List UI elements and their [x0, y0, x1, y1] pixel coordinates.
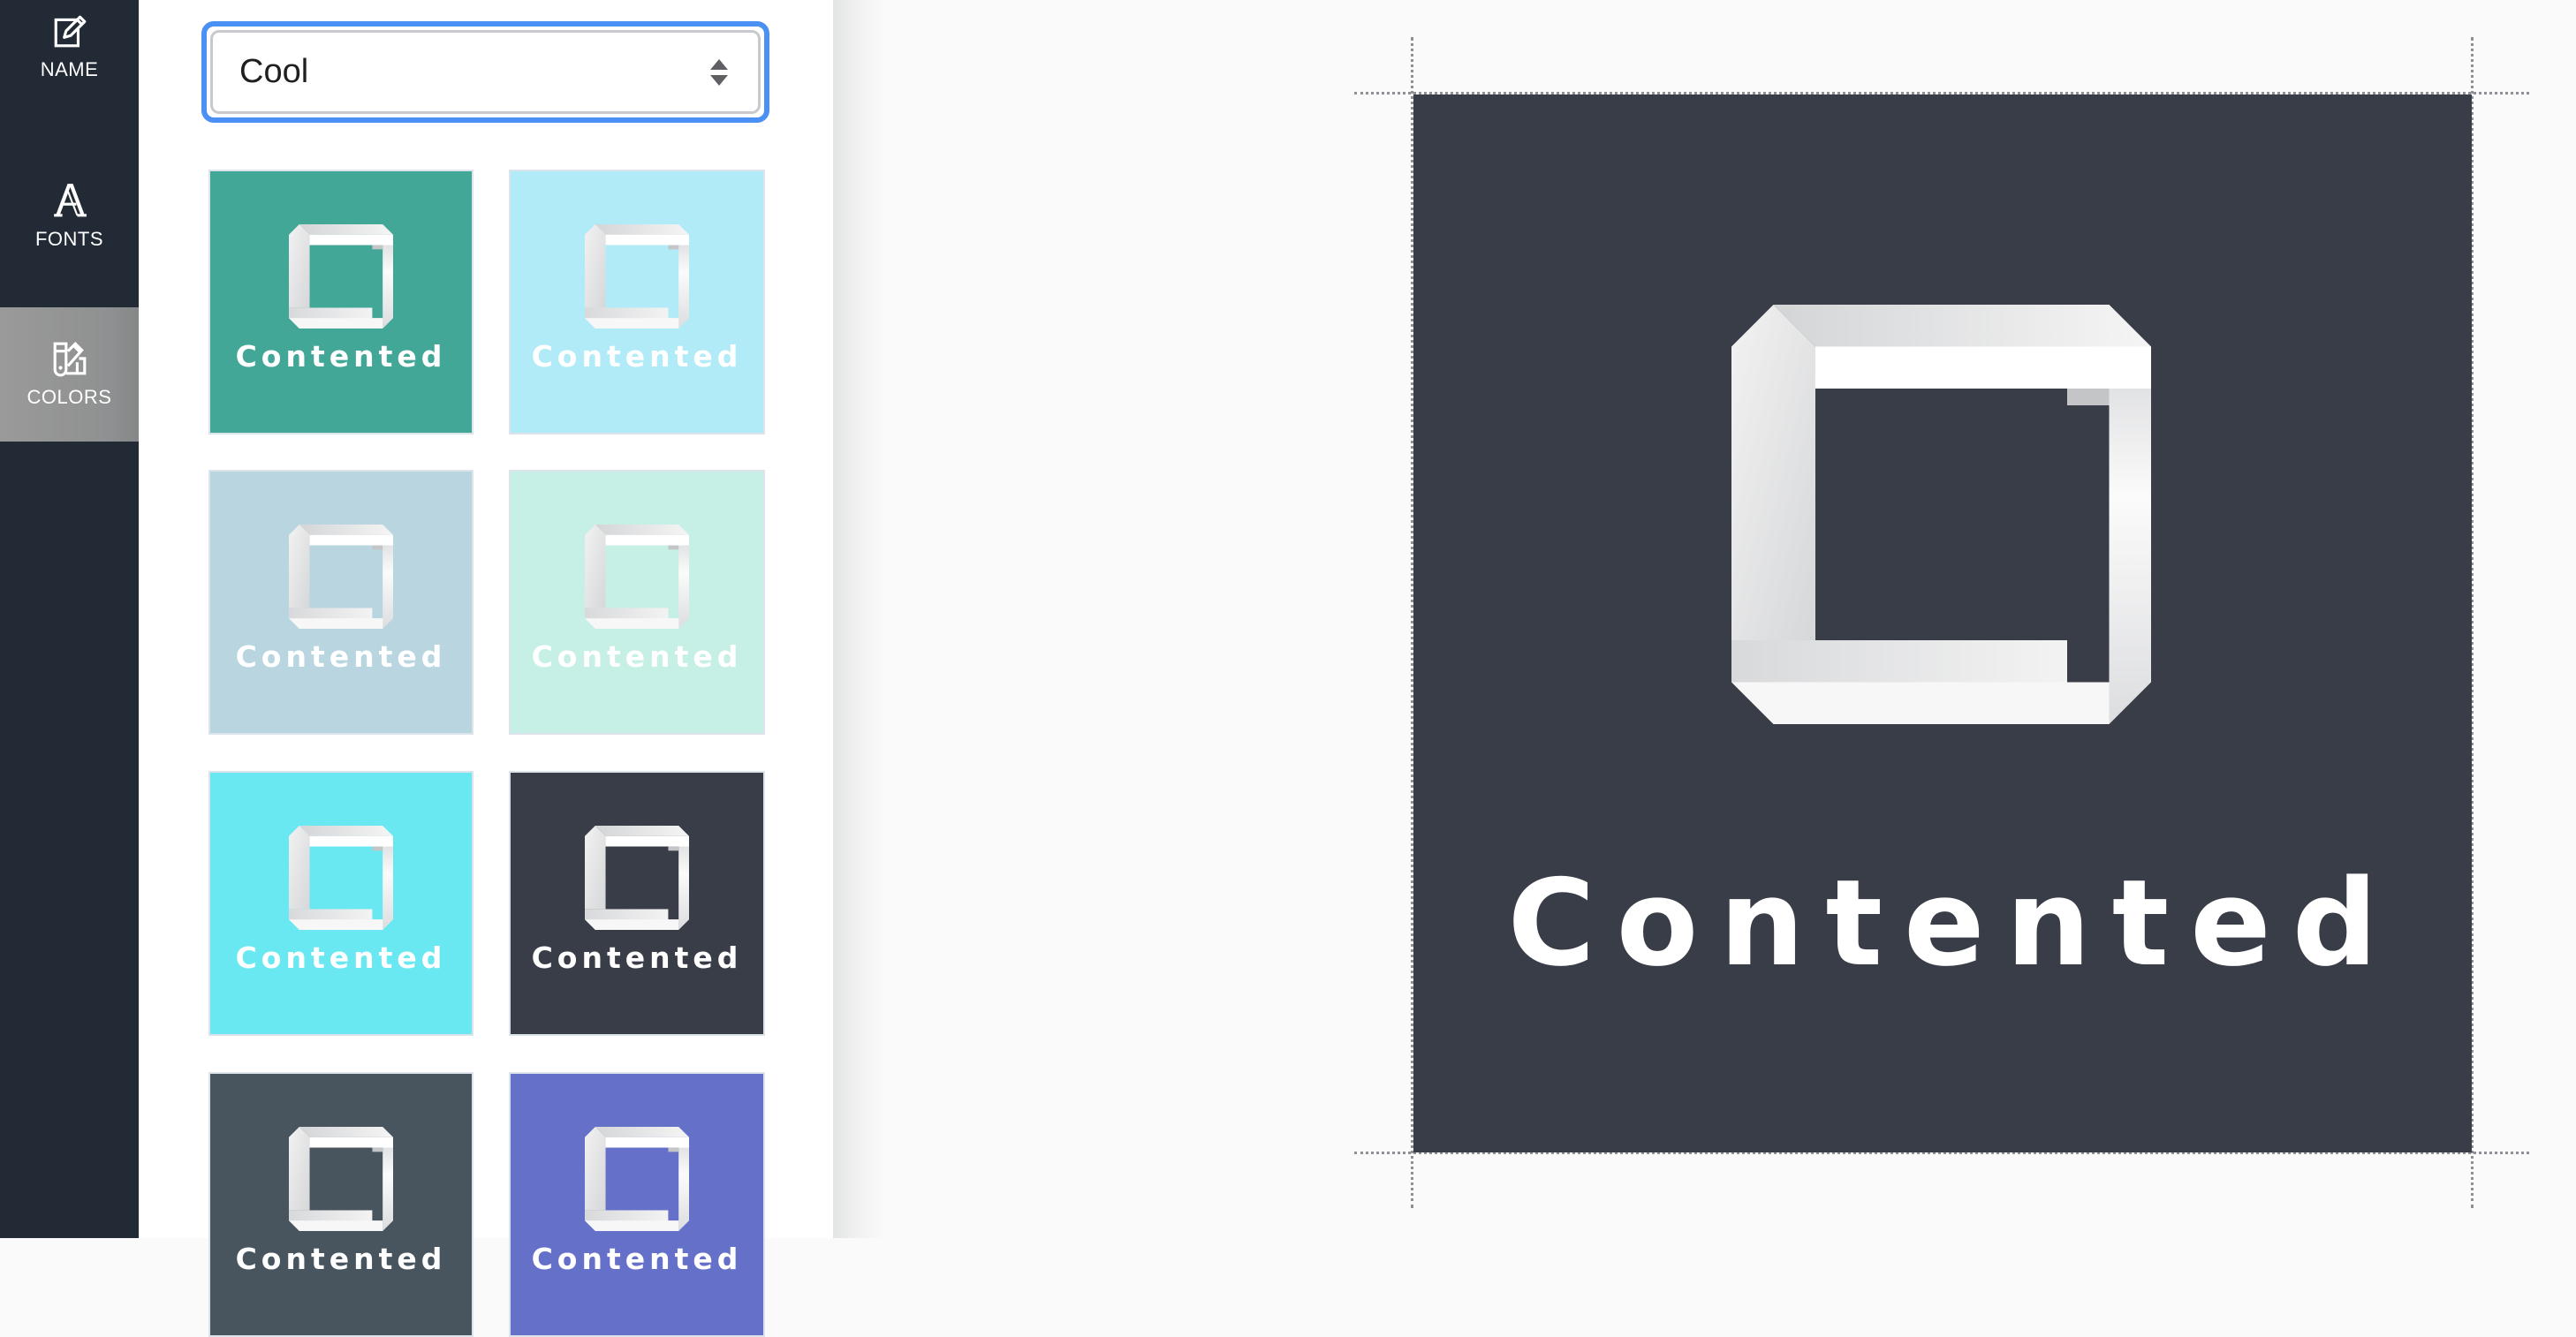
sidebar-item-colors[interactable]: COLORS [0, 307, 139, 442]
palette-select[interactable]: Cool [201, 21, 769, 123]
logo-preview: Contented [1413, 94, 2472, 1152]
palette-thumbnail[interactable]: Contented [509, 170, 765, 434]
impossible-square-logo-icon [1731, 305, 2151, 724]
palette-thumbnail[interactable]: Contented [509, 470, 765, 735]
palette-thumbnail[interactable]: Contented [208, 470, 474, 735]
impossible-square-logo-icon [289, 1127, 393, 1231]
font-icon [53, 184, 87, 217]
impossible-square-logo-icon [585, 1127, 689, 1231]
impossible-square-logo-icon [585, 826, 689, 930]
thumbnail-text: Contented [235, 639, 447, 674]
sidebar-item-label: COLORS [27, 386, 112, 408]
thumbnail-text: Contented [235, 339, 447, 374]
sidebar-item-label: NAME [40, 58, 99, 80]
impossible-square-logo-icon [289, 224, 393, 329]
sidebar-item-fonts[interactable]: FONTS [0, 159, 139, 274]
palette-thumbnail[interactable]: Contented [208, 170, 474, 434]
palette-select-value: Cool [239, 53, 309, 90]
color-swatch-icon [53, 341, 86, 377]
edit-icon [54, 15, 86, 48]
thumbnail-text: Contented [235, 940, 447, 975]
thumbnail-text: Contented [531, 639, 743, 674]
logo-text: Contented [1507, 854, 2399, 993]
palette-thumbnail[interactable]: Contented [208, 1072, 474, 1337]
thumbnail-text: Contented [531, 339, 743, 374]
thumbnail-text: Contented [531, 940, 743, 975]
palette-thumbnail[interactable]: Contented [509, 1072, 765, 1337]
palette-select-field[interactable]: Cool [210, 30, 761, 114]
impossible-square-logo-icon [289, 525, 393, 629]
palette-thumbnail[interactable]: Contented [208, 771, 474, 1036]
palette-thumbnail[interactable]: Contented [509, 771, 765, 1036]
impossible-square-logo-icon [585, 224, 689, 329]
impossible-square-logo-icon [585, 525, 689, 629]
thumbnail-text: Contented [235, 1242, 447, 1276]
sidebar: NAME FONTS COLORS [0, 0, 139, 1238]
sidebar-item-label: FONTS [34, 228, 104, 250]
impossible-square-logo-icon [289, 826, 393, 930]
thumbnail-text: Contented [531, 1242, 743, 1276]
panel-shadow [833, 0, 886, 1238]
select-arrows-icon [710, 58, 728, 86]
sidebar-item-name[interactable]: NAME [0, 0, 139, 97]
